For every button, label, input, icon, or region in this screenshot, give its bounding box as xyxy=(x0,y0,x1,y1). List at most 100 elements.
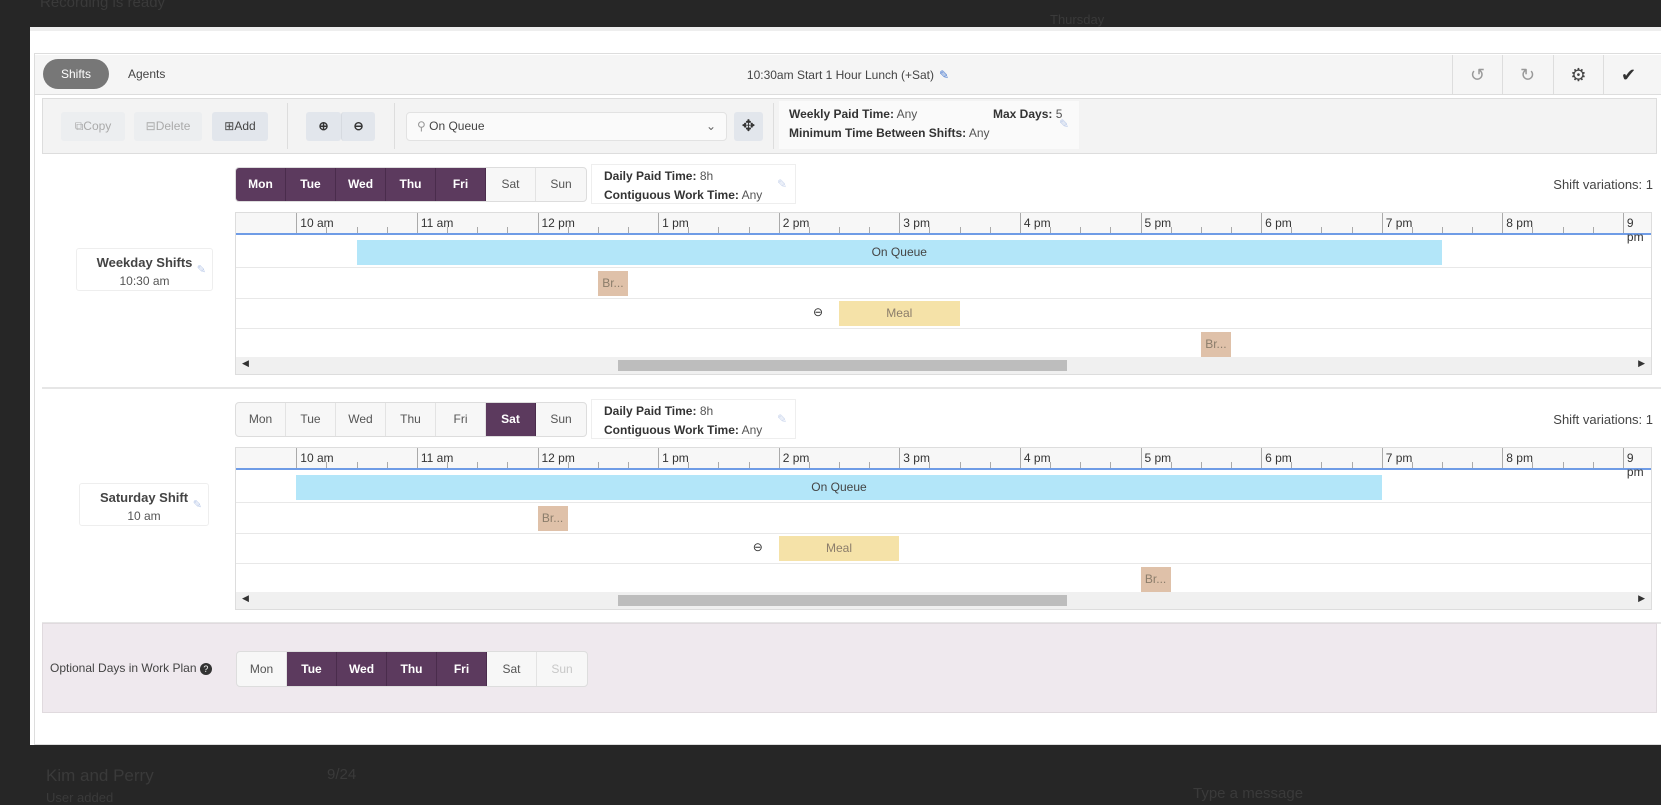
gear-icon: ⚙ xyxy=(1570,65,1587,85)
timeline-tick xyxy=(386,227,388,233)
timeline-tick xyxy=(1562,227,1564,233)
timeline-tick xyxy=(1592,462,1594,468)
timeline-tick xyxy=(597,227,599,233)
edit-icon[interactable]: ✎ xyxy=(197,263,206,276)
hour-label: 1 pm xyxy=(662,451,689,465)
timeline-tick xyxy=(959,462,961,468)
optional-day-wed[interactable]: Wed xyxy=(337,652,387,686)
day-toggle-wed[interactable]: Wed xyxy=(336,403,386,436)
timeline-tick xyxy=(1080,462,1082,468)
hour-label: 7 pm xyxy=(1385,451,1413,465)
day-toggle-tue[interactable]: Tue xyxy=(286,403,336,436)
undo-button[interactable]: ↺ xyxy=(1452,55,1502,95)
timeline-tick xyxy=(627,227,629,233)
move-button[interactable]: ✥ xyxy=(734,112,763,141)
shift-days-selector: Mon Tue Wed Thu Fri Sat Sun xyxy=(235,402,587,437)
day-toggle-sun[interactable]: Sun xyxy=(536,168,586,201)
activity-block-meal[interactable]: Meal xyxy=(839,301,960,326)
activity-block-break[interactable]: Br... xyxy=(1140,566,1171,592)
hour-label: 2 pm xyxy=(782,216,810,230)
hour-label: 7 pm xyxy=(1385,216,1413,230)
help-icon[interactable]: ? xyxy=(199,663,212,675)
zoom-out-button[interactable]: ⊖ xyxy=(341,112,375,141)
shift-label-box[interactable]: Saturday Shift 10 am ✎ xyxy=(79,483,209,526)
scroll-right-icon[interactable]: ▶ xyxy=(1638,593,1645,604)
optional-day-fri[interactable]: Fri xyxy=(437,652,487,686)
optional-day-sun[interactable]: Sun xyxy=(537,652,587,686)
edit-icon[interactable]: ✎ xyxy=(777,177,787,191)
scroll-left-icon[interactable]: ◀ xyxy=(242,358,249,369)
activity-block-meal[interactable]: Meal xyxy=(778,536,900,561)
timeline-tick xyxy=(1502,213,1504,233)
timeline-tick xyxy=(1230,227,1232,233)
day-toggle-thu[interactable]: Thu xyxy=(386,403,436,436)
activity-block-on-queue[interactable]: On Queue xyxy=(356,240,1442,265)
copy-button[interactable]: ⧉Copy xyxy=(61,112,125,141)
timeline-tick xyxy=(477,227,479,233)
timeline-tick xyxy=(1381,448,1383,468)
daily-settings: Daily Paid Time: 8h Contiguous Work Time… xyxy=(591,164,796,204)
edit-icon[interactable]: ✎ xyxy=(939,68,949,82)
timeline-scrollbar[interactable]: ◀ ▶ xyxy=(236,592,1651,609)
edit-icon[interactable]: ✎ xyxy=(1059,117,1069,131)
timeline-tick xyxy=(869,227,871,233)
copy-label: Copy xyxy=(83,119,112,133)
activity-block-break[interactable]: Br... xyxy=(537,505,568,531)
add-button[interactable]: ⊞Add xyxy=(212,112,268,141)
day-toggle-tue[interactable]: Tue xyxy=(286,168,336,201)
bg-text: Recording is ready xyxy=(40,0,166,11)
scroll-left-icon[interactable]: ◀ xyxy=(242,593,249,604)
optional-day-tue[interactable]: Tue xyxy=(287,652,337,686)
anchor-icon[interactable]: ⊖ xyxy=(753,540,763,554)
shift-start: 10:30 am xyxy=(119,274,170,288)
optional-day-thu[interactable]: Thu xyxy=(387,652,437,686)
optional-day-mon[interactable]: Mon xyxy=(237,652,287,686)
timeline-scrollbar[interactable]: ◀ ▶ xyxy=(236,357,1651,374)
edit-icon[interactable]: ✎ xyxy=(777,412,787,426)
zoom-in-button[interactable]: ⊕ xyxy=(306,112,341,141)
redo-button[interactable]: ↻ xyxy=(1502,55,1552,95)
shift-label-box[interactable]: Weekday Shifts 10:30 am ✎ xyxy=(76,248,213,291)
divider xyxy=(394,103,395,149)
toolbar: ⧉Copy ⊟Delete ⊞Add ⊕ ⊖ ⚲ On Queue ⌄ ✥ Wee… xyxy=(42,98,1657,154)
activity-block-break[interactable]: Br... xyxy=(597,270,628,296)
day-toggle-mon[interactable]: Mon xyxy=(236,403,286,436)
weekly-settings: Weekly Paid Time: Any Max Days: 5 Minimu… xyxy=(779,101,1079,149)
timeline-tick xyxy=(778,448,780,468)
day-toggle-mon[interactable]: Mon xyxy=(236,168,286,201)
day-toggle-sun[interactable]: Sun xyxy=(536,403,586,436)
scrollbar-thumb[interactable] xyxy=(618,360,1067,371)
edit-icon[interactable]: ✎ xyxy=(193,498,202,511)
shift-name: Weekday Shifts xyxy=(96,255,193,270)
scrollbar-thumb[interactable] xyxy=(618,595,1067,606)
day-toggle-sat[interactable]: Sat xyxy=(486,168,536,201)
timeline-tick xyxy=(899,213,901,233)
save-button[interactable]: ✔ xyxy=(1603,55,1653,95)
activity-select[interactable]: ⚲ On Queue ⌄ xyxy=(406,112,727,141)
day-toggle-fri[interactable]: Fri xyxy=(436,403,486,436)
activity-select-value: On Queue xyxy=(429,119,485,133)
scroll-right-icon[interactable]: ▶ xyxy=(1638,358,1645,369)
day-toggle-fri[interactable]: Fri xyxy=(436,168,486,201)
activity-block-break[interactable]: Br... xyxy=(1200,331,1231,357)
day-toggle-thu[interactable]: Thu xyxy=(386,168,436,201)
tab-shifts[interactable]: Shifts xyxy=(43,59,109,89)
timeline-tick xyxy=(537,213,539,233)
timeline-tick xyxy=(1442,227,1443,233)
activity-block-on-queue[interactable]: On Queue xyxy=(296,475,1382,500)
anchor-icon[interactable]: ⊖ xyxy=(813,305,823,319)
shift-name: Saturday Shift xyxy=(99,490,189,505)
day-toggle-sat[interactable]: Sat xyxy=(486,403,536,436)
shift-variations: Shift variations: 1 xyxy=(1553,177,1653,192)
settings-button[interactable]: ⚙ xyxy=(1553,55,1603,95)
shift-timeline: 10 am 11 am 12 pm 1 pm 2 pm 3 pm 4 pm 5 pm 6 pm 7… xyxy=(235,212,1652,375)
hour-label: 2 pm xyxy=(782,451,810,465)
activity-row: On Queue xyxy=(236,237,1651,268)
bg-chat-name: Kim and Perry xyxy=(46,766,154,785)
day-toggle-wed[interactable]: Wed xyxy=(336,168,386,201)
optional-day-sat[interactable]: Sat xyxy=(487,652,537,686)
timeline-tick xyxy=(1321,462,1323,468)
delete-button[interactable]: ⊟Delete xyxy=(134,112,202,141)
tab-agents[interactable]: Agents xyxy=(128,59,165,89)
timeline-tick xyxy=(1442,462,1443,468)
